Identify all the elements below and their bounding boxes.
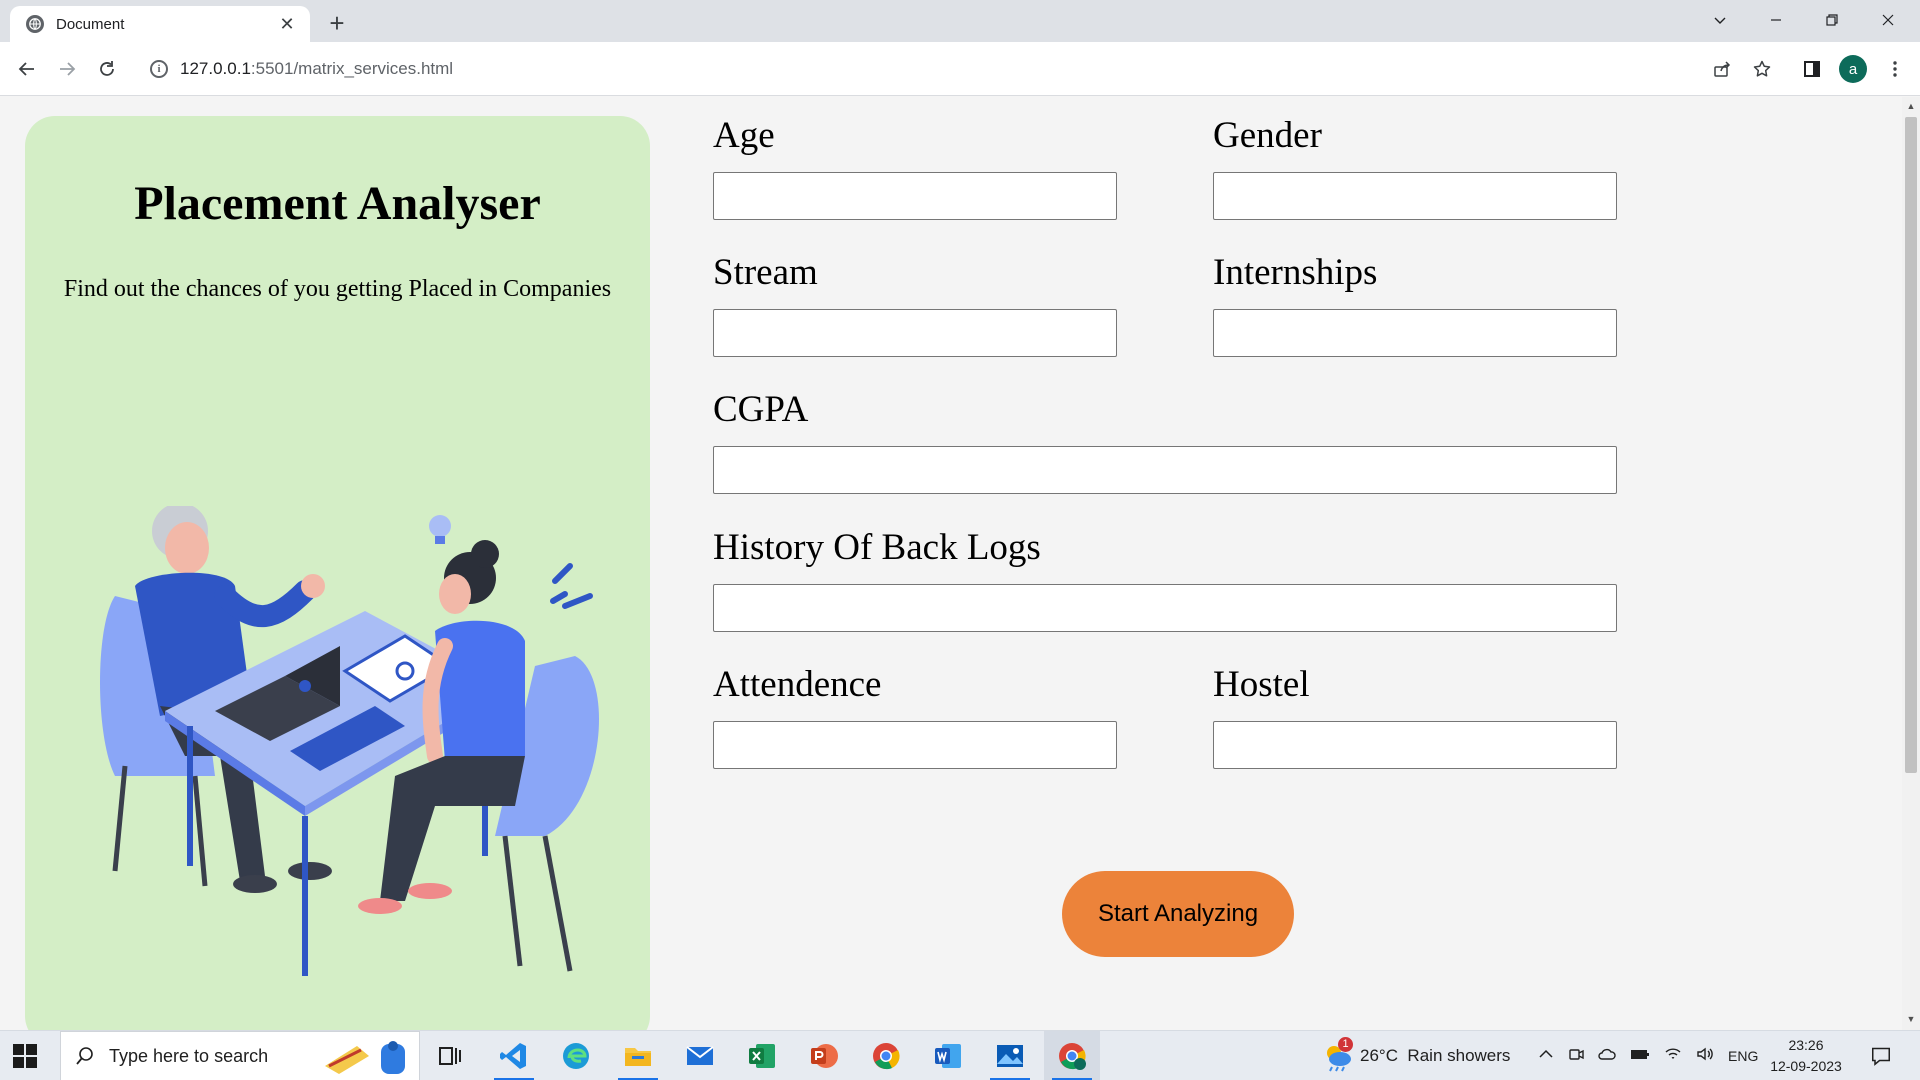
side-panel-icon[interactable] xyxy=(1797,54,1827,84)
intro-panel: Placement Analyser Find out the chances … xyxy=(25,116,650,1030)
windows-taskbar: Type here to search 1 26°C Rain showers … xyxy=(0,1030,1920,1080)
show-hidden-icons-chevron-icon[interactable] xyxy=(1538,1046,1554,1067)
search-highlight-icon xyxy=(325,1041,405,1074)
start-analyzing-button[interactable]: Start Analyzing xyxy=(1062,871,1294,957)
page-subtitle: Find out the chances of you getting Plac… xyxy=(63,276,612,302)
file-explorer-icon[interactable] xyxy=(610,1031,666,1080)
interview-illustration xyxy=(100,506,599,976)
backlogs-input[interactable] xyxy=(713,584,1617,632)
site-info-icon[interactable]: i xyxy=(150,60,168,78)
attendence-label: Attendence xyxy=(713,664,882,705)
tab-title: Document xyxy=(56,15,125,33)
hostel-input[interactable] xyxy=(1213,721,1617,769)
profile-avatar[interactable]: a xyxy=(1839,55,1867,83)
scroll-down-icon[interactable]: ▼ xyxy=(1906,1014,1916,1024)
page-scrollbar[interactable]: ▲ ▼ xyxy=(1902,97,1920,1030)
notifications-icon[interactable] xyxy=(1856,1031,1906,1080)
restore-icon[interactable] xyxy=(1804,0,1860,40)
meet-now-icon[interactable] xyxy=(1568,1046,1584,1067)
chrome-profile-icon[interactable] xyxy=(1044,1031,1100,1080)
clock-time: 23:26 xyxy=(1788,1037,1824,1053)
system-tray: ENG xyxy=(1538,1031,1758,1080)
weather-widget[interactable]: 1 26°C Rain showers xyxy=(1320,1031,1510,1080)
forward-arrow-icon[interactable] xyxy=(52,54,82,84)
browser-toolbar: i 127.0.0.1:5501/matrix_services.html a xyxy=(0,42,1920,96)
share-icon[interactable] xyxy=(1707,54,1737,84)
task-view-icon[interactable] xyxy=(422,1031,478,1080)
backlogs-label: History Of Back Logs xyxy=(713,527,1041,568)
stream-input[interactable] xyxy=(713,309,1117,357)
gender-input[interactable] xyxy=(1213,172,1617,220)
browser-tab[interactable]: Document ✕ xyxy=(10,6,310,42)
windows-start-icon[interactable] xyxy=(12,1043,38,1069)
globe-icon xyxy=(26,15,44,33)
age-label: Age xyxy=(713,115,775,156)
minimize-icon[interactable] xyxy=(1748,0,1804,40)
search-icon xyxy=(76,1047,93,1065)
page-viewport: Placement Analyser Find out the chances … xyxy=(0,97,1902,1030)
tab-strip: Document ✕ + xyxy=(0,0,1920,42)
address-bar[interactable]: i 127.0.0.1:5501/matrix_services.html xyxy=(136,49,1751,89)
mail-icon[interactable] xyxy=(672,1031,728,1080)
taskbar-clock[interactable]: 23:26 12-09-2023 xyxy=(1768,1035,1844,1077)
stream-label: Stream xyxy=(713,252,818,293)
tab-search-chevron-icon[interactable] xyxy=(1692,0,1748,40)
photos-icon[interactable] xyxy=(982,1031,1038,1080)
language-indicator[interactable]: ENG xyxy=(1728,1048,1758,1064)
powerpoint-icon[interactable] xyxy=(796,1031,852,1080)
vscode-icon[interactable] xyxy=(486,1031,542,1080)
volume-icon[interactable] xyxy=(1696,1046,1714,1067)
weather-badge: 1 xyxy=(1338,1037,1353,1052)
menu-kebab-icon[interactable] xyxy=(1880,54,1910,84)
search-placeholder: Type here to search xyxy=(109,1045,269,1066)
word-icon[interactable] xyxy=(920,1031,976,1080)
battery-icon[interactable] xyxy=(1630,1046,1650,1066)
weather-rain-icon: 1 xyxy=(1320,1037,1354,1073)
taskbar-search[interactable]: Type here to search xyxy=(60,1031,420,1080)
close-tab-icon[interactable]: ✕ xyxy=(276,13,298,35)
url-text: 127.0.0.1:5501/matrix_services.html xyxy=(180,59,454,78)
excel-icon[interactable] xyxy=(734,1031,790,1080)
scrollbar-thumb[interactable] xyxy=(1905,117,1917,773)
page-title: Placement Analyser xyxy=(134,177,541,230)
cgpa-label: CGPA xyxy=(713,389,809,430)
close-window-icon[interactable] xyxy=(1860,0,1916,40)
bookmark-star-icon[interactable] xyxy=(1747,54,1777,84)
age-input[interactable] xyxy=(713,172,1117,220)
attendence-input[interactable] xyxy=(713,721,1117,769)
reload-icon[interactable] xyxy=(92,54,122,84)
wifi-icon[interactable] xyxy=(1664,1046,1682,1067)
hostel-label: Hostel xyxy=(1213,664,1310,705)
onedrive-cloud-icon[interactable] xyxy=(1598,1046,1616,1067)
cgpa-input[interactable] xyxy=(713,446,1617,494)
internships-label: Internships xyxy=(1213,252,1378,293)
edge-icon[interactable] xyxy=(548,1031,604,1080)
internships-input[interactable] xyxy=(1213,309,1617,357)
back-arrow-icon[interactable] xyxy=(12,54,42,84)
gender-label: Gender xyxy=(1213,115,1322,156)
new-tab-button[interactable]: + xyxy=(322,8,352,38)
scroll-up-icon[interactable]: ▲ xyxy=(1906,101,1916,111)
clock-date: 12-09-2023 xyxy=(1770,1058,1842,1074)
chrome-icon[interactable] xyxy=(858,1031,914,1080)
weather-text: 26°C Rain showers xyxy=(1360,1046,1511,1065)
